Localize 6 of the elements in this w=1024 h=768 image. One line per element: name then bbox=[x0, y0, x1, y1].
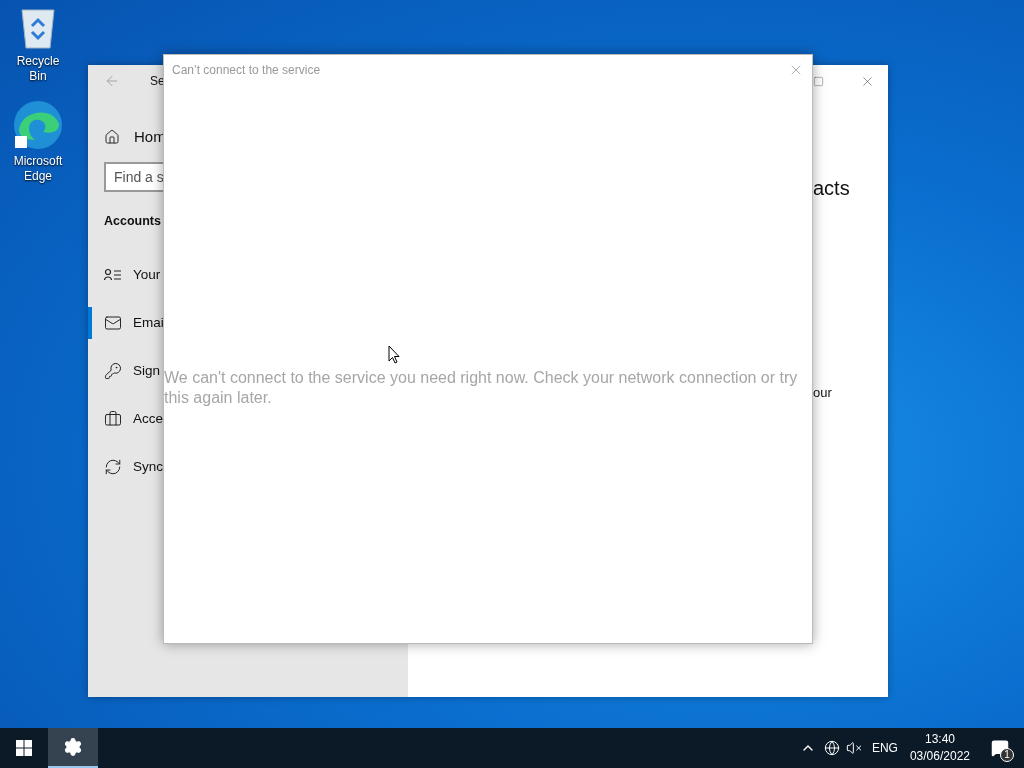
body-text: our bbox=[813, 384, 833, 402]
dialog-title: Can’t connect to the service bbox=[172, 62, 321, 79]
section-heading: Accounts bbox=[104, 213, 162, 230]
notification-count: 1 bbox=[1000, 748, 1014, 762]
error-message: We can't connect to the service you need right now. Check your network connection or try this again later. bbox=[164, 368, 799, 408]
page-heading: acts bbox=[813, 176, 851, 201]
